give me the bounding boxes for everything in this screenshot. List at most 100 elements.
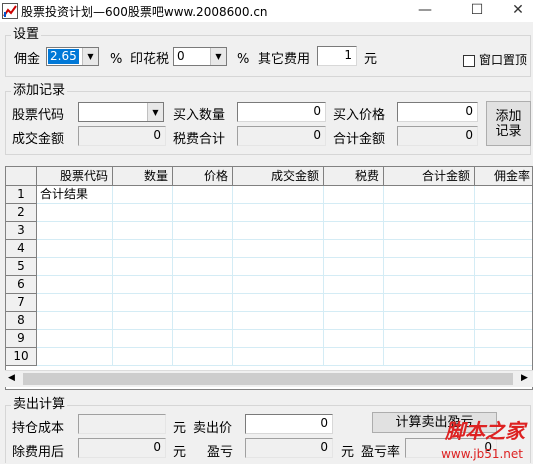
grid-cell[interactable] <box>475 330 532 348</box>
records-grid[interactable]: 股票代码 数量 价格 成交金额 税费 合计金额 佣金率 1 合计结果 2 3 4 5 6 7 8… <box>5 166 533 390</box>
column-header-tax[interactable]: 税费 <box>324 167 384 186</box>
sell-price-input[interactable]: 0 <box>245 414 333 434</box>
grid-cell[interactable] <box>173 312 233 330</box>
grid-cell[interactable] <box>37 294 113 312</box>
row-number[interactable]: 7 <box>6 294 37 312</box>
grid-cell[interactable] <box>113 258 173 276</box>
column-header-stock-code[interactable]: 股票代码 <box>37 167 113 186</box>
grid-cell[interactable] <box>475 258 532 276</box>
grid-cell[interactable] <box>233 294 324 312</box>
grid-cell[interactable] <box>324 204 384 222</box>
grid-cell[interactable] <box>475 222 532 240</box>
row-number[interactable]: 1 <box>6 186 37 204</box>
grid-cell[interactable] <box>37 348 113 366</box>
grid-cell[interactable] <box>37 330 113 348</box>
row-number[interactable]: 10 <box>6 348 37 366</box>
row-number[interactable]: 5 <box>6 258 37 276</box>
grid-cell[interactable] <box>233 330 324 348</box>
grid-cell[interactable] <box>324 312 384 330</box>
column-header-quantity[interactable]: 数量 <box>113 167 173 186</box>
grid-cell[interactable] <box>113 222 173 240</box>
grid-cell[interactable] <box>475 348 532 366</box>
scroll-left-icon[interactable]: ◀ <box>8 373 15 383</box>
grid-cell[interactable] <box>233 258 324 276</box>
grid-cell[interactable] <box>173 330 233 348</box>
grid-cell[interactable] <box>233 348 324 366</box>
grid-cell[interactable] <box>475 204 532 222</box>
grid-cell[interactable] <box>475 276 532 294</box>
grid-cell[interactable] <box>475 186 532 204</box>
stock-code-select[interactable]: ▼ <box>78 102 164 122</box>
buy-price-input[interactable]: 0 <box>397 102 478 122</box>
grid-cell[interactable] <box>233 276 324 294</box>
add-record-button[interactable]: 添加 记录 <box>486 101 531 146</box>
summary-row-label[interactable]: 合计结果 <box>37 186 113 204</box>
grid-cell[interactable] <box>324 186 384 204</box>
grid-cell[interactable] <box>173 204 233 222</box>
grid-cell[interactable] <box>37 222 113 240</box>
grid-cell[interactable] <box>113 204 173 222</box>
grid-cell[interactable] <box>173 222 233 240</box>
grid-cell[interactable] <box>37 204 113 222</box>
grid-cell[interactable] <box>233 312 324 330</box>
grid-cell[interactable] <box>384 204 475 222</box>
grid-cell[interactable] <box>324 330 384 348</box>
minimize-button[interactable]: — <box>410 0 440 22</box>
grid-cell[interactable] <box>113 348 173 366</box>
grid-cell[interactable] <box>324 294 384 312</box>
grid-cell[interactable] <box>173 240 233 258</box>
grid-cell[interactable] <box>324 240 384 258</box>
row-number[interactable]: 9 <box>6 330 37 348</box>
grid-cell[interactable] <box>37 312 113 330</box>
grid-cell[interactable] <box>233 222 324 240</box>
grid-cell[interactable] <box>384 258 475 276</box>
other-fees-input[interactable]: 1 <box>317 46 357 66</box>
grid-cell[interactable] <box>37 258 113 276</box>
column-header-deal-amount[interactable]: 成交金额 <box>233 167 324 186</box>
buy-qty-input[interactable]: 0 <box>237 102 326 122</box>
scroll-right-icon[interactable]: ▶ <box>521 373 528 383</box>
grid-cell[interactable] <box>475 294 532 312</box>
grid-cell[interactable] <box>113 186 173 204</box>
grid-cell[interactable] <box>475 240 532 258</box>
row-number[interactable]: 2 <box>6 204 37 222</box>
grid-cell[interactable] <box>324 276 384 294</box>
grid-cell[interactable] <box>384 294 475 312</box>
grid-cell[interactable] <box>37 276 113 294</box>
horizontal-scrollbar[interactable]: ◀ ▶ <box>5 370 533 387</box>
grid-cell[interactable] <box>384 276 475 294</box>
row-number[interactable]: 8 <box>6 312 37 330</box>
grid-cell[interactable] <box>233 240 324 258</box>
grid-cell[interactable] <box>384 330 475 348</box>
column-header-commission-rate[interactable]: 佣金率 <box>475 167 532 186</box>
grid-cell[interactable] <box>384 222 475 240</box>
grid-cell[interactable] <box>113 240 173 258</box>
stamp-tax-select[interactable]: 0 ▼ <box>173 47 227 66</box>
scroll-thumb[interactable] <box>23 373 513 385</box>
grid-cell[interactable] <box>324 222 384 240</box>
grid-cell[interactable] <box>384 312 475 330</box>
grid-cell[interactable] <box>233 186 324 204</box>
chevron-down-icon[interactable]: ▼ <box>82 48 98 65</box>
column-header-price[interactable]: 价格 <box>173 167 233 186</box>
column-header-total-amount[interactable]: 合计金额 <box>384 167 475 186</box>
grid-cell[interactable] <box>113 330 173 348</box>
grid-cell[interactable] <box>173 186 233 204</box>
row-number[interactable]: 6 <box>6 276 37 294</box>
grid-cell[interactable] <box>113 276 173 294</box>
close-button[interactable]: ✕ <box>503 0 533 22</box>
grid-cell[interactable] <box>475 312 532 330</box>
grid-cell[interactable] <box>173 294 233 312</box>
grid-cell[interactable] <box>233 204 324 222</box>
grid-cell[interactable] <box>384 348 475 366</box>
chevron-down-icon[interactable]: ▼ <box>147 103 163 121</box>
grid-cell[interactable] <box>113 294 173 312</box>
grid-cell[interactable] <box>173 258 233 276</box>
grid-cell[interactable] <box>113 312 173 330</box>
topmost-checkbox[interactable] <box>463 55 475 67</box>
chevron-down-icon[interactable]: ▼ <box>210 48 226 65</box>
grid-cell[interactable] <box>173 348 233 366</box>
grid-cell[interactable] <box>384 186 475 204</box>
grid-cell[interactable] <box>384 240 475 258</box>
grid-cell[interactable] <box>324 348 384 366</box>
